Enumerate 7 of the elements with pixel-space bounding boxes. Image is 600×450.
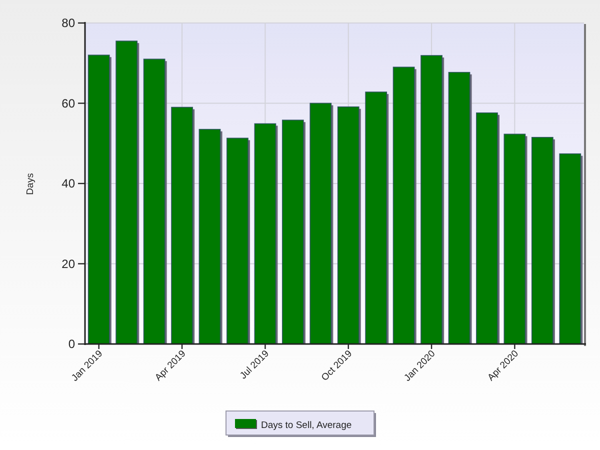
tick-label: 80 [62,16,75,30]
legend: Days to Sell, Average [226,410,376,437]
tick-label: 40 [62,176,75,190]
tick-label: 60 [62,96,75,110]
tick-label: 20 [62,256,75,271]
tick-label: 0 [68,337,75,351]
axis-title: Days [25,173,36,195]
